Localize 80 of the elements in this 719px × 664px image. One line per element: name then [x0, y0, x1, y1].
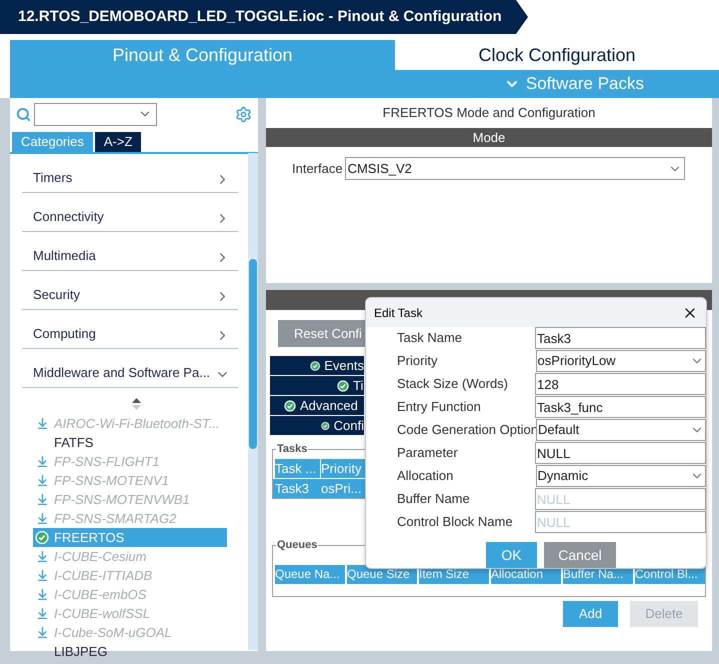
- dialog-button[interactable]: OK: [486, 542, 537, 568]
- download-icon: [36, 417, 48, 430]
- configuration-tab[interactable]: Confi: [270, 416, 364, 435]
- text-field[interactable]: Task3: [535, 327, 706, 349]
- download-icon: [36, 550, 48, 563]
- check-icon: [310, 360, 320, 372]
- middleware-item[interactable]: LIBJPEG: [33, 642, 227, 661]
- text-field[interactable]: Task3_func: [535, 396, 706, 418]
- view-tab[interactable]: Categories: [12, 132, 93, 152]
- download-icon: [36, 512, 48, 525]
- check-icon: [35, 530, 49, 545]
- column-header[interactable]: Priority: [321, 459, 366, 478]
- configuration-tab[interactable]: Events: [270, 356, 364, 375]
- main-tab[interactable]: Pinout & Configuration: [10, 40, 395, 70]
- field-label: Priority: [396, 352, 438, 370]
- middleware-item[interactable]: FP-SNS-FLIGHT1: [33, 452, 227, 471]
- queues-legend: Queues: [276, 537, 318, 554]
- middleware-item[interactable]: FP-SNS-SMARTAG2: [33, 509, 227, 528]
- middleware-item[interactable]: FREERTOS: [33, 528, 227, 547]
- scrollbar-thumb[interactable]: [249, 259, 257, 449]
- check-icon: [337, 380, 349, 392]
- download-icon: [36, 474, 48, 487]
- table-cell-text: Task3: [275, 480, 310, 498]
- search-field[interactable]: [34, 102, 157, 126]
- middleware-item[interactable]: FP-SNS-MOTENVWB1: [33, 490, 227, 509]
- mode-header: Mode: [266, 128, 712, 147]
- download-icon: [36, 607, 48, 620]
- field-label: Stack Size (Words): [396, 375, 510, 394]
- dropdown-field[interactable]: Dynamic: [536, 465, 706, 487]
- category-row[interactable]: Timers: [22, 154, 238, 193]
- window-title: 12.RTOS_DEMOBOARD_LED_TOGGLE.ioc - Pinout & Configuration: [18, 6, 502, 27]
- text-field[interactable]: NULL: [535, 488, 706, 510]
- field-label: Allocation: [396, 467, 454, 486]
- download-icon: [36, 455, 48, 468]
- download-icon: [36, 493, 48, 506]
- middleware-item[interactable]: AIROC-Wi-Fi-Bluetooth-ST...: [33, 414, 227, 433]
- field-label: Parameter: [396, 444, 459, 462]
- software-packs-button[interactable]: Software Packs: [504, 70, 644, 98]
- download-icon: [36, 626, 48, 639]
- middleware-item[interactable]: FP-SNS-MOTENV1: [33, 471, 227, 490]
- column-header[interactable]: Queue Na...: [275, 565, 345, 584]
- dialog-button[interactable]: Cancel: [544, 542, 616, 568]
- category-row[interactable]: Middleware and Software Pa...: [22, 349, 238, 388]
- middleware-item[interactable]: I-CUBE-Cesium: [33, 547, 227, 566]
- middleware-item[interactable]: I-CUBE-ITTIADB: [33, 566, 227, 585]
- view-tab[interactable]: A->Z: [94, 132, 142, 152]
- column-header[interactable]: Task ...: [275, 459, 320, 478]
- download-icon: [36, 569, 48, 582]
- dropdown-field[interactable]: Default: [536, 419, 706, 441]
- configuration-tab[interactable]: Advanced: [270, 396, 364, 415]
- task-row[interactable]: Task3 osPri...: [273, 479, 366, 498]
- middleware-item[interactable]: I-CUBE-wolfSSL: [33, 604, 227, 623]
- dropdown-field[interactable]: osPriorityLow: [536, 350, 706, 372]
- text-field[interactable]: NULL: [535, 511, 706, 533]
- text-field[interactable]: 128: [535, 373, 706, 395]
- search-icon: [16, 106, 31, 122]
- category-row[interactable]: Multimedia: [22, 232, 238, 271]
- interface-label: Interface: [292, 160, 343, 178]
- category-row[interactable]: Computing: [22, 310, 238, 349]
- table-cell-text: osPri...: [321, 480, 362, 498]
- field-label: Entry Function: [396, 398, 482, 416]
- check-icon: [284, 400, 296, 412]
- middleware-item[interactable]: I-CUBE-embOS: [33, 585, 227, 604]
- settings-icon[interactable]: [235, 106, 252, 122]
- panel-title: FREERTOS Mode and Configuration: [382, 104, 596, 122]
- table-action-button[interactable]: Add: [563, 601, 618, 627]
- category-row[interactable]: Connectivity: [22, 193, 238, 232]
- field-label: Task Name: [396, 329, 464, 348]
- field-label: Buffer Name: [396, 490, 471, 508]
- download-icon: [36, 588, 48, 601]
- text-field[interactable]: NULL: [535, 442, 706, 464]
- configuration-tab[interactable]: Ti: [270, 376, 364, 395]
- field-label: Control Block Name: [396, 513, 514, 532]
- check-icon: [321, 420, 330, 432]
- middleware-item[interactable]: FATFS: [33, 433, 227, 452]
- interface-select[interactable]: CMSIS_V2: [344, 157, 685, 180]
- middleware-item[interactable]: I-Cube-SoM-uGOAL: [33, 623, 227, 642]
- category-row[interactable]: Security: [22, 271, 238, 310]
- dialog-title: Edit Task: [374, 304, 422, 322]
- scroll-up-icon: [132, 398, 140, 410]
